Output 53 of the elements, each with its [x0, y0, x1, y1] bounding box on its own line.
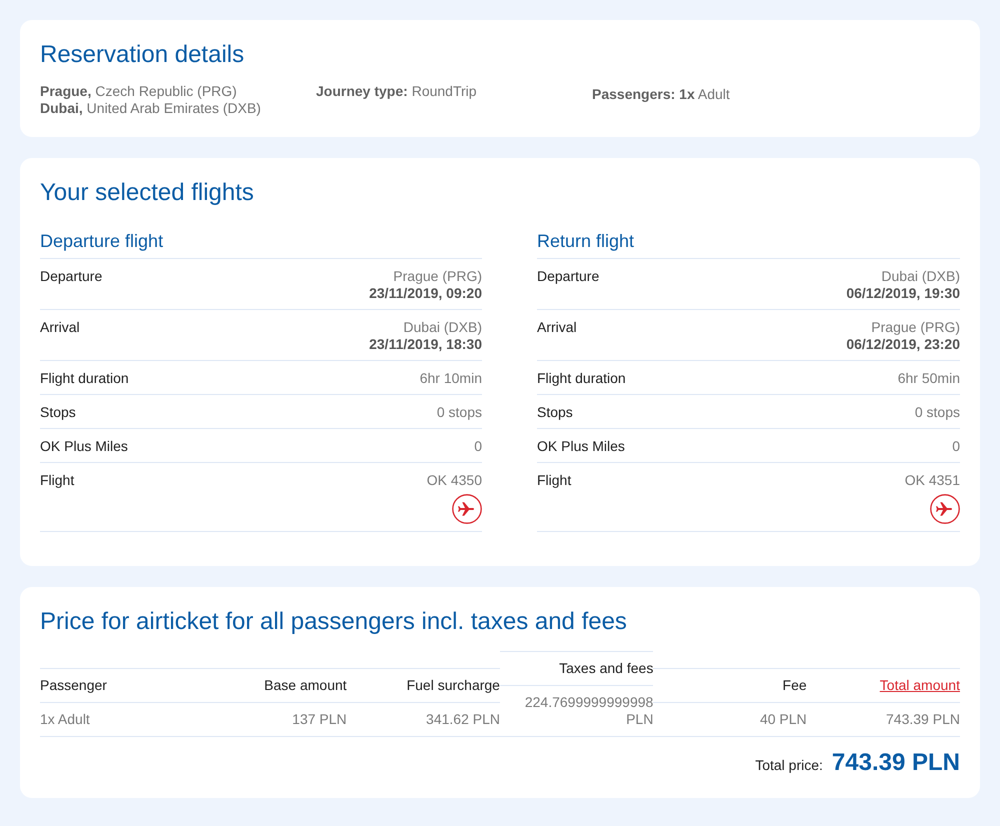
row-label: OK Plus Miles: [537, 438, 625, 455]
row-value: 6hr 50min: [898, 370, 960, 387]
section-title: Return flight: [537, 230, 960, 259]
row-label: Flight duration: [537, 370, 626, 387]
row-label: Departure: [537, 268, 600, 285]
table-cell: 341.62 PLN: [346, 703, 500, 737]
row-value: 0: [474, 438, 482, 455]
total-price-label: Total price:: [755, 756, 823, 775]
row-label: Flight: [40, 472, 74, 489]
total-amount-link[interactable]: Total amount: [880, 677, 960, 693]
table-cell: 137 PLN: [193, 703, 347, 737]
date-time-text: 06/12/2019, 23:20: [846, 336, 960, 353]
row-label: OK Plus Miles: [40, 438, 128, 455]
flight-number: OK 4350: [426, 472, 482, 489]
column-header: Base amount: [193, 668, 347, 703]
total-price-value: 743.39 PLN: [832, 748, 960, 778]
table-cell: 224.7699999999998 PLN: [500, 686, 654, 737]
card-title: Price for airticket for all passengers incl. taxes and fees: [40, 607, 628, 637]
column-header: Taxes and fees: [500, 651, 654, 686]
passengers-text: Passengers: 1x Adult: [592, 86, 731, 103]
place-text: Dubai (DXB): [881, 268, 960, 285]
row-value: 0 stops: [436, 404, 482, 421]
row-value: 0 stops: [914, 404, 960, 421]
row-label: Arrival: [537, 319, 577, 336]
card-title: Reservation details: [40, 40, 246, 70]
section-title: Departure flight: [40, 230, 482, 259]
card-title: Your selected flights: [40, 178, 255, 208]
column-header: Fee: [653, 668, 807, 703]
row-label: Flight: [537, 472, 572, 489]
table-cell: 743.39 PLN: [806, 703, 960, 737]
row-label: Flight duration: [40, 370, 129, 387]
date-time-text: 06/12/2019, 19:30: [846, 285, 960, 302]
airplane-icon: [930, 494, 960, 524]
table-cell: 40 PLN: [653, 703, 807, 737]
row-label: Departure: [40, 268, 102, 285]
route-text: Prague, Czech Republic (PRG): [40, 83, 238, 100]
column-header: Fuel surcharge: [346, 668, 500, 703]
row-label: Stops: [537, 404, 573, 421]
row-value: 0: [952, 438, 960, 455]
row-label: Stops: [40, 404, 76, 421]
route-text: Dubai, United Arab Emirates (DXB): [40, 100, 262, 117]
row-label: Arrival: [40, 319, 80, 336]
row-value: 6hr 10min: [420, 370, 482, 387]
place-text: Prague (PRG): [393, 268, 482, 285]
date-time-text: 23/11/2019, 09:20: [369, 285, 482, 302]
airplane-icon: [452, 494, 482, 524]
place-text: Dubai (DXB): [403, 319, 482, 336]
table-cell: 1x Adult: [40, 703, 194, 737]
date-time-text: 23/11/2019, 18:30: [369, 336, 482, 353]
journey-type-text: Journey type: RoundTrip: [316, 83, 478, 100]
column-header: Passenger: [40, 668, 194, 703]
flight-number: OK 4351: [904, 472, 960, 489]
place-text: Prague (PRG): [871, 319, 960, 336]
